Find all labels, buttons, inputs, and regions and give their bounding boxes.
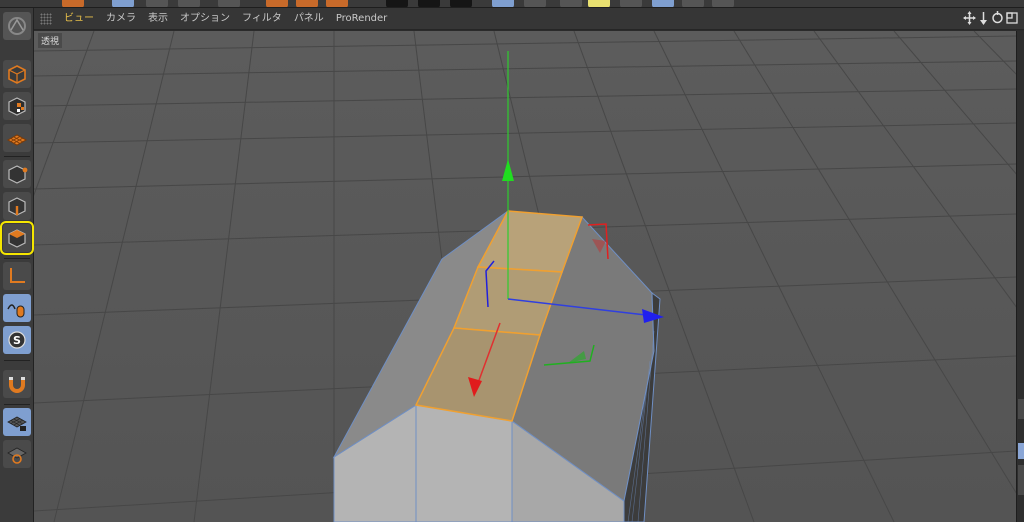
tweak-mode-icon[interactable] (3, 294, 31, 322)
palette-separator (4, 258, 30, 259)
menu-options[interactable]: オプション (174, 8, 236, 30)
point-mode-icon[interactable] (3, 160, 31, 188)
panel-handle[interactable] (1018, 443, 1024, 459)
edge-mode-icon[interactable] (3, 192, 31, 220)
3d-viewport[interactable]: 透視 (34, 31, 1016, 522)
model-mode-icon[interactable] (3, 60, 31, 88)
viewport-projection-label[interactable]: 透視 (38, 33, 63, 48)
left-tool-palette: S (0, 8, 34, 522)
workplane-lock-icon[interactable] (3, 408, 31, 436)
workplane-align-icon[interactable] (3, 440, 31, 468)
solo-mode-icon[interactable]: S (3, 326, 31, 354)
toolbar-button[interactable] (682, 0, 704, 7)
toolbar-button[interactable] (492, 0, 514, 7)
palette-separator (4, 360, 30, 361)
panel-handle[interactable] (1018, 465, 1024, 495)
toolbar-button[interactable] (450, 0, 472, 7)
toolbar-button[interactable] (560, 0, 582, 7)
move-view-icon[interactable] (963, 11, 976, 25)
maximize-icon[interactable] (1006, 11, 1018, 25)
palette-separator (4, 404, 30, 405)
rotate-view-icon[interactable] (991, 11, 1004, 25)
view-navigation-controls (963, 11, 1018, 25)
toolbar-button[interactable] (712, 0, 734, 7)
menu-filter[interactable]: フィルタ (236, 8, 288, 30)
app-logo-icon (3, 12, 31, 40)
toolbar-button[interactable] (524, 0, 546, 7)
viewport-menu-bar: ビュー カメラ 表示 オプション フィルタ パネル ProRender (34, 8, 1024, 30)
texture-mode-icon[interactable] (3, 92, 31, 120)
menu-prorender[interactable]: ProRender (330, 8, 393, 30)
dolly-icon[interactable] (978, 11, 989, 25)
toolbar-button[interactable] (588, 0, 610, 7)
toolbar-button[interactable] (652, 0, 674, 7)
workplane-mode-icon[interactable] (3, 124, 31, 152)
toolbar-button[interactable] (418, 0, 440, 7)
viewport-scene (34, 31, 1016, 522)
toolbar-button[interactable] (620, 0, 642, 7)
polygon-mode-icon[interactable] (0, 221, 34, 255)
right-panel-edge (1016, 31, 1024, 522)
axis-mode-icon[interactable] (3, 262, 31, 290)
menu-camera[interactable]: カメラ (100, 8, 142, 30)
panel-handle[interactable] (1018, 399, 1024, 419)
svg-text:S: S (13, 334, 21, 347)
palette-separator (4, 156, 30, 157)
snap-icon[interactable] (3, 370, 31, 398)
panel-grip-icon[interactable] (40, 12, 52, 25)
menu-panel[interactable]: パネル (288, 8, 330, 30)
menu-view[interactable]: ビュー (58, 8, 100, 30)
menu-display[interactable]: 表示 (142, 8, 174, 30)
